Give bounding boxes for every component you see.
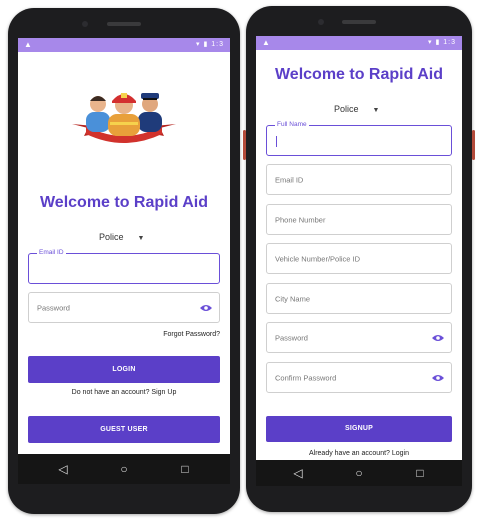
earpiece-speaker — [342, 20, 376, 24]
password-placeholder: Password — [37, 303, 70, 312]
phone-number-placeholder: Phone Number — [275, 215, 326, 224]
visibility-toggle-icon[interactable] — [432, 334, 444, 342]
warning-icon: ▲ — [24, 40, 32, 49]
email-field[interactable]: Email ID — [28, 249, 220, 284]
power-button — [472, 130, 475, 160]
vehicle-police-id-field[interactable]: Vehicle Number/Police ID — [266, 243, 452, 274]
city-name-field[interactable]: City Name — [266, 283, 452, 314]
home-icon[interactable]: ○ — [117, 462, 131, 476]
signup-link[interactable]: Do not have an account? Sign Up — [18, 389, 230, 396]
signup-screen: ▲ ▾ ▮ 1:3 Welcome to Rapid Aid Police ▼ F… — [256, 36, 462, 486]
password-placeholder: Password — [275, 333, 308, 342]
status-bar-indicators: ▾ ▮ 1:3 — [428, 39, 456, 46]
login-screen: ▲ ▾ ▮ 1:3 Welcome to Rapid Aid Police ▼ — [18, 38, 230, 484]
status-bar: ▲ ▾ ▮ 1:3 — [256, 36, 462, 50]
confirm-password-field[interactable]: Confirm Password — [266, 362, 452, 393]
caret-down-icon: ▼ — [137, 235, 145, 242]
login-phone-frame: ▲ ▾ ▮ 1:3 Welcome to Rapid Aid Police ▼ — [8, 8, 240, 514]
text-cursor — [276, 136, 277, 147]
recents-icon[interactable]: □ — [178, 462, 192, 476]
page-title: Welcome to Rapid Aid — [274, 66, 443, 83]
back-icon[interactable]: ◁ — [291, 466, 305, 480]
login-link[interactable]: Already have an account? Login — [256, 450, 462, 457]
nav-bar: ◁ ○ □ — [18, 454, 230, 484]
full-name-floating-label: Full Name — [275, 121, 309, 129]
front-camera — [318, 19, 324, 25]
login-button[interactable]: LOGIN — [28, 356, 220, 383]
home-icon[interactable]: ○ — [352, 466, 366, 480]
police-firefighter-doctor-illustration — [72, 93, 176, 143]
visibility-toggle-icon[interactable] — [432, 374, 444, 382]
password-field[interactable]: Password — [266, 322, 452, 353]
caret-down-icon: ▼ — [372, 107, 380, 114]
full-name-field[interactable]: Full Name — [266, 121, 452, 156]
email-placeholder: Email ID — [275, 175, 304, 184]
password-field[interactable]: Password — [28, 292, 220, 323]
role-select-value: Police — [99, 232, 124, 242]
nav-bar: ◁ ○ □ — [256, 460, 462, 486]
confirm-password-placeholder: Confirm Password — [275, 373, 337, 382]
visibility-toggle-icon[interactable] — [200, 304, 212, 312]
signup-phone-frame: ▲ ▾ ▮ 1:3 Welcome to Rapid Aid Police ▼ F… — [243, 6, 475, 512]
guest-user-button[interactable]: GUEST USER — [28, 416, 220, 443]
role-select-value: Police — [334, 104, 359, 114]
power-button — [243, 130, 246, 160]
phone-number-field[interactable]: Phone Number — [266, 204, 452, 235]
role-select[interactable]: Police ▼ — [334, 104, 379, 114]
signup-button[interactable]: SIGNUP — [266, 416, 452, 442]
city-name-placeholder: City Name — [275, 294, 311, 303]
warning-icon: ▲ — [262, 38, 270, 47]
status-bar: ▲ ▾ ▮ 1:3 — [18, 38, 230, 52]
earpiece-speaker — [107, 22, 141, 26]
front-camera — [82, 21, 88, 27]
page-title: Welcome to Rapid Aid — [39, 194, 208, 211]
role-select[interactable]: Police ▼ — [99, 232, 144, 242]
vehicle-police-id-placeholder: Vehicle Number/Police ID — [275, 254, 361, 263]
forgot-password-link[interactable]: Forgot Password? — [163, 331, 220, 338]
back-icon[interactable]: ◁ — [56, 462, 70, 476]
email-field[interactable]: Email ID — [266, 164, 452, 195]
recents-icon[interactable]: □ — [413, 466, 427, 480]
email-floating-label: Email ID — [37, 249, 66, 257]
status-bar-indicators: ▾ ▮ 1:3 — [196, 41, 224, 48]
